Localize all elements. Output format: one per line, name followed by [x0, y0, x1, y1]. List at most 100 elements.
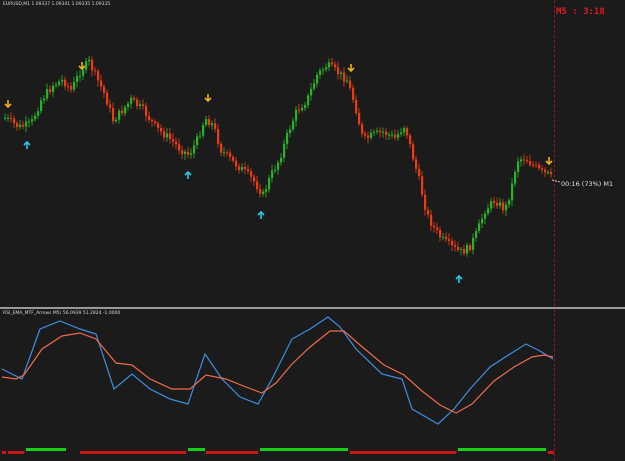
candle-body [403, 128, 406, 133]
candle-body [205, 119, 208, 125]
candle-body [487, 208, 490, 214]
price-chart-panel[interactable]: EURUSD,M1 1.09337 1.09341 1.09335 1.0933… [0, 0, 625, 308]
candle-body [133, 97, 136, 100]
candle-body [250, 171, 253, 177]
candle-body [514, 172, 517, 184]
candle-body [508, 200, 511, 205]
candle-body [382, 131, 385, 133]
candle-body [415, 159, 418, 169]
candle-body [352, 87, 355, 100]
candle-body [226, 152, 229, 154]
candle-body [10, 117, 13, 119]
candle-body [100, 80, 103, 87]
candle-body [520, 159, 523, 162]
candle-body [457, 246, 460, 250]
candle-body [151, 120, 154, 122]
candle-body [301, 107, 304, 111]
signal-bar [2, 451, 6, 454]
candle-body [211, 123, 214, 126]
candle-body [532, 164, 535, 166]
candle-body [28, 121, 31, 123]
arrow-up-icon [23, 140, 31, 149]
candle-body [106, 92, 109, 105]
candle-body [37, 111, 40, 116]
candle-body [442, 236, 445, 238]
candle-body [550, 172, 553, 175]
candle-body [448, 239, 451, 241]
candle-body [511, 183, 514, 201]
candle-body [190, 153, 193, 155]
candle-body [73, 81, 76, 90]
candle-body [169, 133, 172, 139]
candle-body [316, 74, 319, 84]
candle-body [76, 76, 79, 82]
candle-body [397, 134, 400, 138]
candle-body [238, 166, 241, 171]
candle-body [244, 166, 247, 170]
candle-body [493, 201, 496, 204]
candle-body [112, 107, 115, 122]
candle-body [235, 160, 238, 167]
candle-body [517, 161, 520, 173]
candle-body [256, 181, 259, 190]
signal-bar [80, 451, 186, 454]
arrow-down-icon [4, 100, 12, 109]
signal-bar [260, 448, 348, 451]
candle-body [427, 209, 430, 215]
candle-body [361, 123, 364, 134]
candle-body [181, 150, 184, 155]
candle-body [385, 131, 388, 135]
candle-body [7, 117, 10, 119]
candle-body [358, 112, 361, 124]
arrow-down-icon [78, 62, 86, 71]
candle-body [40, 100, 43, 112]
candle-body [124, 107, 127, 114]
candle-body [472, 237, 475, 250]
candle-body [319, 70, 322, 75]
candle-body [25, 121, 28, 127]
candle-body [13, 118, 16, 124]
candle-body [523, 159, 526, 161]
candle-body [94, 70, 97, 72]
candle-body [49, 89, 52, 92]
candle-body [55, 84, 58, 86]
candle-body [259, 189, 262, 195]
candle-body [478, 223, 481, 231]
candle-body [298, 109, 301, 111]
candle-body [88, 59, 91, 62]
candle-body [178, 144, 181, 151]
candle-body [145, 106, 148, 117]
candle-body [283, 143, 286, 158]
candle-body [199, 135, 202, 137]
candle-body [367, 135, 370, 138]
candle-body [349, 80, 352, 88]
candle-body [142, 104, 145, 107]
candle-body [292, 120, 295, 130]
candle-body [64, 79, 67, 87]
candle-body [289, 129, 292, 133]
candle-body [454, 245, 457, 247]
candle-body [46, 89, 49, 99]
candle-body [466, 245, 469, 254]
indicator-lines [1, 316, 554, 454]
candle-body [526, 160, 529, 162]
candle-body [364, 133, 367, 136]
candle-body [331, 62, 334, 65]
candle-body [496, 203, 499, 206]
candle-body [217, 129, 220, 144]
candle-body [400, 132, 403, 135]
indicator-panel[interactable]: RSI_EMA_MTF_Arrows M5) 56.0939 51.2824 -… [0, 309, 625, 461]
candle-body [121, 110, 124, 114]
candle-body [388, 134, 391, 136]
candle-body [439, 229, 442, 237]
candle-body [490, 201, 493, 209]
candle-body [502, 202, 505, 211]
current-time-line [554, 0, 555, 461]
candle-body [139, 104, 142, 106]
candle-body [307, 95, 310, 106]
candle-body [304, 105, 307, 108]
candle-body [253, 176, 256, 182]
candle-body [340, 72, 343, 75]
candle-body [295, 109, 298, 121]
candle-body [379, 130, 382, 133]
